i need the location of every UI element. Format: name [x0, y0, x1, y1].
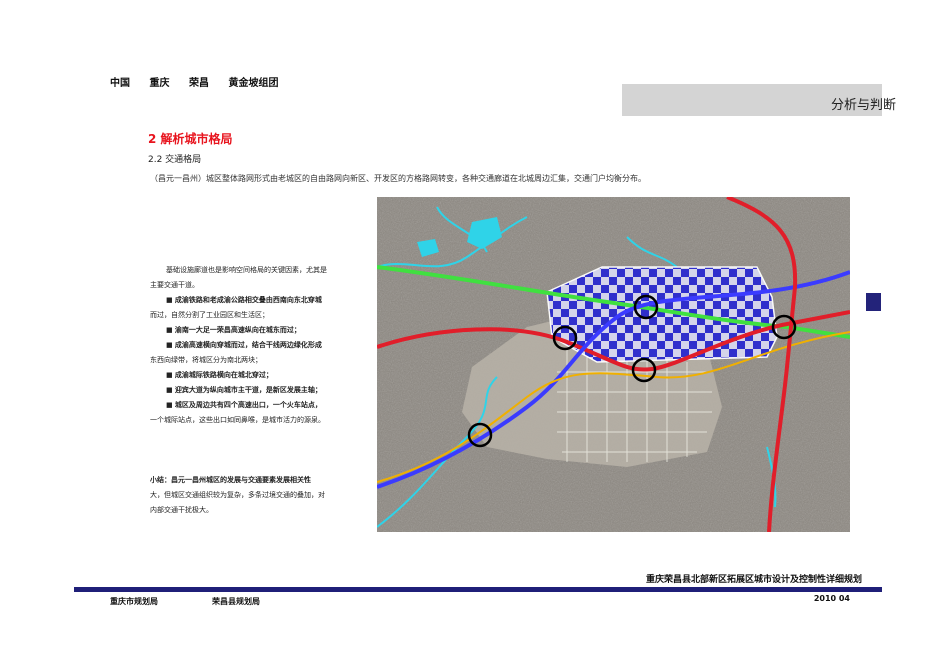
note-line: 东西向绿带，将城区分为南北两块；: [150, 356, 262, 364]
summary-line: 小结：昌元一昌州城区的发展与交通要素发展相关性: [150, 476, 311, 484]
footer-date: 2010 04: [813, 594, 850, 603]
breadcrumb-item: 荣昌: [188, 78, 209, 89]
subsection-title: 2.2 交通格局: [148, 155, 202, 165]
traffic-map: [377, 197, 850, 532]
note-line: 一个城际站点，这些出口如同鼻喉，是城市活力的源泉。: [150, 416, 325, 424]
note-bullet: 成渝铁路和老成渝公路相交叠由西南向东北穿城: [150, 293, 360, 308]
footer-divider: [74, 587, 882, 592]
summary-line: 内部交通干扰极大。: [150, 506, 213, 514]
page-header-title: 分析与判断: [830, 98, 896, 113]
project-title: 重庆荣昌县北部新区拓展区城市设计及控制性详细规划: [645, 575, 862, 585]
note-line: 而过，自然分割了工业园区和生活区；: [150, 311, 269, 319]
footer-org-1: 重庆市规划局: [110, 597, 158, 606]
section-title: 2 解析城市格局: [148, 132, 233, 146]
summary-line: 大，但城区交通组织较为复杂，多条过境交通的叠加，对: [150, 491, 325, 499]
side-tab-marker: [866, 293, 881, 311]
analysis-notes: 基础设施廊道也是影响空间格局的关键因素，尤其是 主要交通干道。 成渝铁路和老成渝…: [150, 263, 360, 428]
breadcrumb-item: 中国: [110, 78, 130, 89]
note-lead: 主要交通干道。: [150, 281, 199, 289]
footer-org-2: 荣昌县规划局: [212, 597, 260, 606]
note-bullet: 城区及周边共有四个高速出口，一个火车站点，: [150, 398, 360, 413]
note-bullet: 迎宾大道为纵向城市主干道，是新区发展主轴；: [150, 383, 360, 398]
note-bullet: 渝南一大足一荣昌高速纵向在城东而过；: [150, 323, 360, 338]
breadcrumb: 中国 重庆 荣昌 黄金坡组团: [110, 74, 294, 89]
breadcrumb-item: 黄金坡组团: [228, 78, 279, 89]
note-bullet: 成渝城际铁路横向在城北穿过；: [150, 368, 360, 383]
note-lead: 基础设施廊道也是影响空间格局的关键因素，尤其是: [166, 266, 327, 274]
summary-text: 小结：昌元一昌州城区的发展与交通要素发展相关性 大，但城区交通组织较为复杂，多条…: [150, 473, 360, 518]
intro-text: （昌元一昌州）城区整体路网形式由老城区的自由路网向新区、开发区的方格路网转变，各…: [150, 174, 646, 183]
breadcrumb-item: 重庆: [149, 78, 170, 89]
note-bullet: 成渝高速横向穿城而过，结合干线两边绿化形成: [150, 338, 360, 353]
